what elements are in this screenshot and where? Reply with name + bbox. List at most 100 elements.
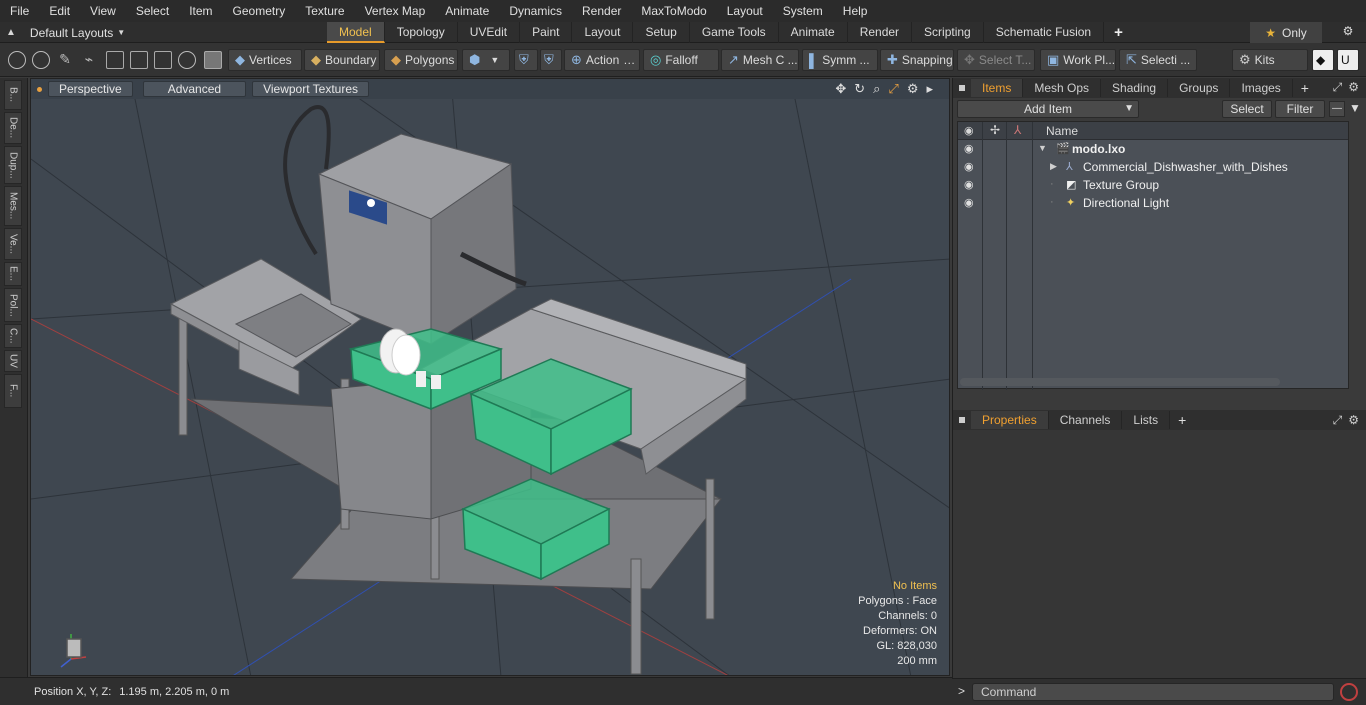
collapse-icon[interactable]: ▲ (6, 27, 16, 38)
tab-groups[interactable]: Groups (1168, 79, 1231, 97)
unity-icon[interactable]: ◆ (1312, 49, 1334, 71)
tab-render[interactable]: Render (848, 22, 913, 43)
tab-model[interactable]: Model (327, 22, 385, 43)
globe-icon[interactable] (32, 51, 50, 69)
tab-schematic-fusion[interactable]: Schematic Fusion (984, 22, 1105, 43)
menu-animate[interactable]: Animate (435, 0, 499, 22)
tree-row-texture-group[interactable]: ◉ · ◩ Texture Group (958, 176, 1348, 194)
left-tab-deform[interactable]: De... (4, 112, 22, 144)
zoom-icon[interactable]: ⌕ (873, 81, 880, 97)
tab-lists[interactable]: Lists (1122, 411, 1171, 429)
grid-icon[interactable] (130, 51, 148, 69)
add-item-button[interactable]: Add Item ▼ (957, 100, 1139, 118)
3d-viewport[interactable]: Perspective Advanced Viewport Textures ✥… (30, 78, 950, 676)
tab-animate[interactable]: Animate (779, 22, 848, 43)
collapse-icon[interactable]: — (1329, 101, 1345, 117)
vertices-button[interactable]: ◆ Vertices (228, 49, 302, 71)
menu-item[interactable]: Item (179, 0, 222, 22)
viewport-menu-dot[interactable] (37, 86, 42, 92)
perspective-button[interactable]: Perspective (48, 81, 133, 97)
snap-shield-icon[interactable]: ⛨ (540, 49, 562, 71)
menu-layout[interactable]: Layout (717, 0, 773, 22)
left-tab-fusion[interactable]: F... (4, 374, 22, 408)
menu-system[interactable]: System (773, 0, 833, 22)
select-through-button[interactable]: ✥ Select T... (957, 49, 1035, 71)
symmetry-button[interactable]: ▌ Symm ... (802, 49, 878, 71)
circle-select-icon[interactable] (8, 51, 26, 69)
brush-icon[interactable]: ⌁ (80, 51, 98, 69)
tab-mesh-ops[interactable]: Mesh Ops (1023, 79, 1102, 97)
panel-menu-icon[interactable] (959, 85, 965, 91)
tab-channels[interactable]: Channels (1049, 411, 1123, 429)
expand-icon[interactable]: ⤢ (1333, 413, 1343, 428)
tab-properties[interactable]: Properties (971, 411, 1049, 429)
align-icon[interactable] (106, 51, 124, 69)
settings-icon[interactable]: ⚙ (907, 81, 919, 97)
unreal-icon[interactable]: U (1337, 49, 1359, 71)
menu-view[interactable]: View (80, 0, 126, 22)
tree-row-scene[interactable]: ◉ ▼ 🎬 modo.lxo (958, 140, 1348, 158)
command-input[interactable]: Command (972, 683, 1334, 701)
funnel-icon[interactable]: ▼ (1349, 101, 1363, 117)
pen-icon[interactable]: ✎ (56, 51, 74, 69)
eye-icon[interactable]: ◉ (964, 160, 976, 173)
menu-file[interactable]: File (0, 0, 39, 22)
material-button[interactable]: ⬢ ▼ (462, 49, 510, 71)
tree-row-light[interactable]: ◉ · ✦ Directional Light (958, 194, 1348, 212)
left-tab-curve[interactable]: C... (4, 324, 22, 348)
tree-row-mesh[interactable]: ◉ ▶ ⅄ Commercial_Dishwasher_with_Dishes (958, 158, 1348, 176)
menu-edit[interactable]: Edit (39, 0, 80, 22)
eye-icon[interactable]: ◉ (964, 196, 976, 209)
expand-triangle-icon[interactable]: ▼ (1038, 143, 1047, 153)
left-tab-edge[interactable]: E... (4, 262, 22, 286)
tab-uvedit[interactable]: UVEdit (458, 22, 521, 43)
boundary-button[interactable]: ◆ Boundary (304, 49, 380, 71)
advanced-button[interactable]: Advanced (142, 81, 247, 97)
menu-vertex-map[interactable]: Vertex Map (355, 0, 436, 22)
cube-icon[interactable] (204, 51, 222, 69)
left-tab-mesh-edit[interactable]: Mes... (4, 186, 22, 226)
tab-setup[interactable]: Setup (633, 22, 690, 43)
add-tab-icon[interactable]: + (1104, 22, 1133, 43)
eye-icon[interactable]: ◉ (964, 142, 976, 155)
maximize-icon[interactable]: ⤢ (888, 81, 898, 97)
viewport-textures-button[interactable]: Viewport Textures (252, 81, 370, 97)
tab-shading[interactable]: Shading (1101, 79, 1169, 97)
polygons-button[interactable]: ◆ Polygons (384, 49, 458, 71)
falloff-button[interactable]: ◎ Falloff (643, 49, 719, 71)
item-tree[interactable]: ◉ ✢ ⅄ Name ◉ ▼ 🎬 modo.lxo ◉ ▶ ⅄ Commerci… (957, 121, 1349, 390)
menu-dynamics[interactable]: Dynamics (499, 0, 572, 22)
clear-command-icon[interactable] (1340, 683, 1358, 701)
action-button[interactable]: ⊕ Action… (564, 49, 640, 71)
selection-sets-button[interactable]: ⇱ Selecti ... (1119, 49, 1197, 71)
kits-button[interactable]: ⚙ Kits (1232, 49, 1308, 71)
eye-icon[interactable]: ◉ (964, 178, 976, 191)
left-tab-vertex[interactable]: Ve... (4, 228, 22, 260)
menu-help[interactable]: Help (833, 0, 878, 22)
menu-select[interactable]: Select (126, 0, 179, 22)
symmetry-shield-icon[interactable]: ⛨ (514, 49, 538, 71)
tab-images[interactable]: Images (1230, 79, 1293, 97)
frame-icon[interactable] (154, 51, 172, 69)
left-tab-basic[interactable]: B... (4, 80, 22, 110)
rotate-view-icon[interactable]: ↻ (854, 81, 865, 97)
dishwasher-scene[interactable] (31, 79, 950, 676)
tab-scripting[interactable]: Scripting (912, 22, 984, 43)
gear-icon[interactable]: ⚙ (1348, 413, 1359, 428)
panel-menu-icon[interactable] (959, 417, 965, 423)
tab-layout[interactable]: Layout (572, 22, 634, 43)
horizontal-scrollbar[interactable] (960, 378, 1280, 386)
tab-topology[interactable]: Topology (385, 22, 458, 43)
play-icon[interactable]: ▸ (926, 81, 933, 97)
menu-texture[interactable]: Texture (295, 0, 354, 22)
tab-items[interactable]: Items (971, 79, 1024, 97)
work-plane-button[interactable]: ▣ Work Pl... (1040, 49, 1116, 71)
menu-maxtomodo[interactable]: MaxToModo (631, 0, 716, 22)
filter-button[interactable]: Filter (1275, 100, 1325, 118)
left-tab-polygon[interactable]: Pol... (4, 288, 22, 322)
add-tab-icon[interactable]: + (1293, 80, 1317, 96)
only-toggle[interactable]: ★ Only (1250, 22, 1322, 43)
expand-triangle-icon[interactable]: ▶ (1050, 161, 1057, 172)
rotate-icon[interactable] (178, 51, 196, 69)
move-icon[interactable]: ✥ (835, 81, 846, 97)
